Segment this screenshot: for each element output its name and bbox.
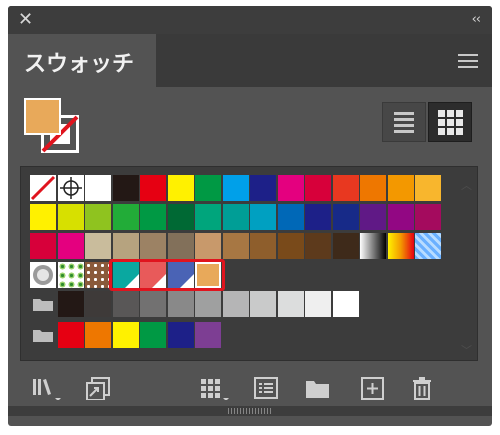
gradient-swatch[interactable] xyxy=(387,233,414,259)
color-swatch[interactable] xyxy=(167,233,194,259)
color-swatch[interactable] xyxy=(195,175,221,201)
collapse-panel-icon[interactable]: ‹‹ xyxy=(472,10,481,30)
color-swatch[interactable] xyxy=(140,291,166,317)
color-swatch[interactable] xyxy=(112,322,139,348)
color-swatch[interactable] xyxy=(360,175,386,201)
color-swatch[interactable] xyxy=(195,291,221,317)
color-group-folder[interactable] xyxy=(30,322,56,348)
registration-mark-icon xyxy=(59,177,82,199)
color-swatch[interactable] xyxy=(195,233,221,259)
panel-titlebar: ✕ ‹‹ xyxy=(8,6,492,34)
registration-swatch[interactable] xyxy=(57,175,84,201)
swatches-panel: ✕ ‹‹ スウォッチ ︿ ﹀ xyxy=(8,6,492,426)
fill-swatch[interactable] xyxy=(24,98,61,135)
color-swatch[interactable] xyxy=(57,291,84,317)
pattern-circle-icon xyxy=(33,265,53,285)
none-slash-icon xyxy=(30,175,56,201)
color-swatch[interactable] xyxy=(140,322,166,348)
folder-icon xyxy=(33,330,53,342)
color-group-folder[interactable] xyxy=(30,291,56,317)
tab-row: スウォッチ xyxy=(8,34,492,87)
color-swatch[interactable] xyxy=(85,175,111,201)
thumbnail-view-button[interactable] xyxy=(428,102,472,142)
list-view-icon xyxy=(394,112,414,133)
color-swatch[interactable] xyxy=(30,233,56,259)
color-swatch[interactable] xyxy=(30,204,56,230)
color-swatch[interactable] xyxy=(387,204,414,230)
tab-swatches[interactable]: スウォッチ xyxy=(8,34,156,87)
color-swatch[interactable] xyxy=(112,233,139,259)
color-swatch[interactable] xyxy=(305,291,331,317)
grip-dots xyxy=(228,408,272,414)
color-swatch[interactable] xyxy=(277,291,304,317)
swatch-grid: ︿ ﹀ xyxy=(20,166,478,361)
color-swatch[interactable] xyxy=(112,175,139,201)
swatch-options-icon[interactable] xyxy=(253,376,279,400)
scroll-down-icon[interactable]: ﹀ xyxy=(461,342,472,358)
none-swatch[interactable] xyxy=(30,175,56,201)
color-swatch[interactable] xyxy=(85,204,111,230)
color-swatch[interactable] xyxy=(195,322,221,348)
pattern-swatch[interactable] xyxy=(85,262,111,288)
color-swatch[interactable] xyxy=(332,204,359,230)
color-swatch[interactable] xyxy=(112,291,139,317)
color-swatch[interactable] xyxy=(222,291,249,317)
pattern-swatch[interactable] xyxy=(415,233,441,259)
resize-grip[interactable] xyxy=(8,406,492,416)
color-swatch[interactable] xyxy=(222,204,249,230)
import-swatches-icon[interactable] xyxy=(84,376,114,400)
color-swatch[interactable] xyxy=(360,204,386,230)
hamburger-menu-icon[interactable] xyxy=(458,54,478,68)
color-swatch[interactable] xyxy=(85,322,111,348)
color-swatch[interactable] xyxy=(415,175,441,201)
color-swatch[interactable] xyxy=(195,204,221,230)
color-swatch[interactable] xyxy=(305,175,331,201)
new-swatch-icon[interactable] xyxy=(360,376,386,400)
color-swatch[interactable] xyxy=(332,291,359,317)
delete-swatch-icon[interactable] xyxy=(410,376,434,400)
swatch-kind-icon[interactable] xyxy=(198,376,234,400)
color-swatch[interactable] xyxy=(332,233,359,259)
color-swatch[interactable] xyxy=(57,204,84,230)
scroll-up-icon[interactable]: ︿ xyxy=(461,177,472,193)
color-swatch[interactable] xyxy=(167,322,194,348)
color-swatch[interactable] xyxy=(222,175,249,201)
pattern-swatch[interactable] xyxy=(57,262,84,288)
color-swatch[interactable] xyxy=(277,175,304,201)
color-swatch[interactable] xyxy=(167,291,194,317)
color-swatch[interactable] xyxy=(140,233,166,259)
color-swatch[interactable] xyxy=(250,291,276,317)
grid-view-icon xyxy=(438,110,463,135)
color-swatch[interactable] xyxy=(140,175,166,201)
folder-icon xyxy=(33,299,53,311)
close-icon[interactable]: ✕ xyxy=(18,9,33,31)
color-swatch[interactable] xyxy=(140,204,166,230)
tab-label: スウォッチ xyxy=(24,52,135,77)
color-swatch[interactable] xyxy=(167,175,194,201)
color-swatch[interactable] xyxy=(57,322,84,348)
color-swatch[interactable] xyxy=(387,175,414,201)
color-swatch[interactable] xyxy=(305,233,331,259)
color-swatch[interactable] xyxy=(85,233,111,259)
color-swatch[interactable] xyxy=(167,204,194,230)
color-swatch[interactable] xyxy=(415,204,441,230)
new-color-group-icon[interactable] xyxy=(304,376,332,400)
color-swatch[interactable] xyxy=(332,175,359,201)
color-swatch[interactable] xyxy=(250,204,276,230)
color-swatch[interactable] xyxy=(85,291,111,317)
swatch-library-icon[interactable] xyxy=(30,376,66,400)
pattern-swatch[interactable] xyxy=(30,262,56,288)
color-swatch[interactable] xyxy=(277,204,304,230)
color-swatch[interactable] xyxy=(305,204,331,230)
color-swatch[interactable] xyxy=(277,233,304,259)
selected-group-highlight xyxy=(108,259,225,291)
color-swatch[interactable] xyxy=(57,233,84,259)
color-swatch[interactable] xyxy=(222,233,249,259)
list-view-button[interactable] xyxy=(382,102,426,142)
color-swatch[interactable] xyxy=(250,175,276,201)
gradient-swatch[interactable] xyxy=(360,233,386,259)
color-swatch[interactable] xyxy=(250,233,276,259)
color-swatch[interactable] xyxy=(112,204,139,230)
